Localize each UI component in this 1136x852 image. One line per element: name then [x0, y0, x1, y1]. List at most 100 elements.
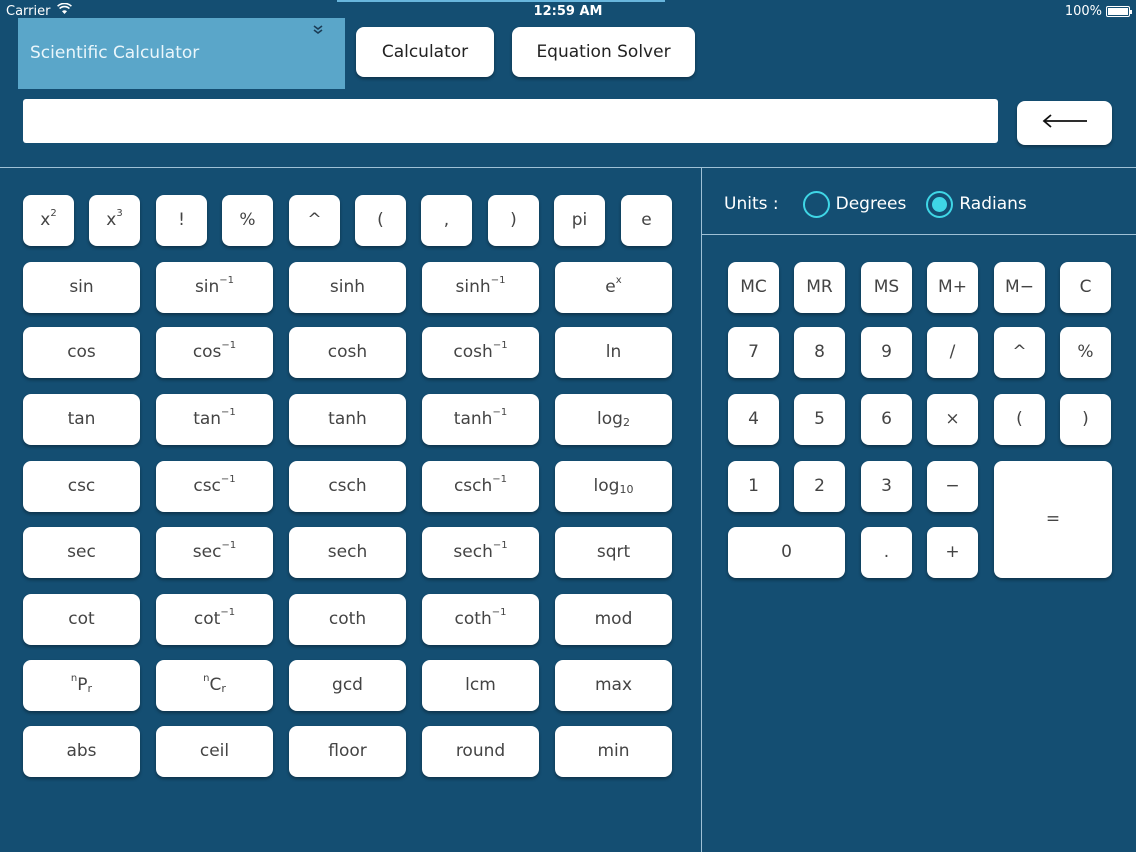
key-multiply[interactable]: ×	[927, 394, 978, 445]
key-mc[interactable]: MC	[728, 262, 779, 313]
key-ln[interactable]: ln	[555, 327, 672, 378]
key-ms[interactable]: MS	[861, 262, 912, 313]
degrees-option[interactable]: Degrees	[802, 190, 907, 218]
key-factorial[interactable]: !	[156, 195, 207, 246]
key-csch-inverse[interactable]: csch −1	[422, 461, 539, 512]
degrees-label: Degrees	[835, 194, 907, 214]
key-sinh[interactable]: sinh	[289, 262, 406, 313]
key-csc-inverse[interactable]: csc −1	[156, 461, 273, 512]
key-label: sec	[67, 542, 96, 562]
key-sinh-inverse[interactable]: sinh −1	[422, 262, 539, 313]
key-7[interactable]: 7	[728, 327, 779, 378]
key-equals[interactable]: =	[994, 461, 1112, 578]
backspace-button[interactable]	[1017, 101, 1112, 145]
equation-solver-button[interactable]: Equation Solver	[512, 27, 695, 77]
key-power[interactable]: ^	[289, 195, 340, 246]
key-coth[interactable]: coth	[289, 594, 406, 645]
key-mod[interactable]: mod	[555, 594, 672, 645]
key-open-paren[interactable]: (	[994, 394, 1045, 445]
key-label: ,	[443, 210, 450, 230]
key-coth-inverse[interactable]: coth −1	[422, 594, 539, 645]
key-open-paren[interactable]: (	[355, 195, 406, 246]
key-label: ceil	[199, 741, 230, 761]
key-label: ^	[307, 210, 322, 230]
radians-option[interactable]: Radians	[926, 190, 1027, 218]
key-sech-inverse[interactable]: sech −1	[422, 527, 539, 578]
key-cosh[interactable]: cosh	[289, 327, 406, 378]
mode-dropdown[interactable]: Scientific Calculator	[18, 18, 345, 89]
key-superscript: −1	[490, 274, 506, 286]
key-sec[interactable]: sec	[23, 527, 140, 578]
key-superscript: −1	[220, 606, 236, 618]
key-floor[interactable]: floor	[289, 726, 406, 777]
key-superscript: x	[615, 274, 622, 286]
key-2[interactable]: 2	[794, 461, 845, 512]
key-0[interactable]: 0	[728, 527, 845, 578]
key-m-minus[interactable]: M−	[994, 262, 1045, 313]
key-comma[interactable]: ,	[421, 195, 472, 246]
key-superscript: −1	[219, 274, 235, 286]
key-log10[interactable]: log 10	[555, 461, 672, 512]
key-csch[interactable]: csch	[289, 461, 406, 512]
key-lcm[interactable]: lcm	[422, 660, 539, 711]
key-tan[interactable]: tan	[23, 394, 140, 445]
key-max[interactable]: max	[555, 660, 672, 711]
key-tanh-inverse[interactable]: tanh −1	[422, 394, 539, 445]
key-exp[interactable]: ex	[555, 262, 672, 313]
expression-display[interactable]	[23, 99, 998, 143]
key-cot-inverse[interactable]: cot −1	[156, 594, 273, 645]
key-cos-inverse[interactable]: cos −1	[156, 327, 273, 378]
key-label: !	[178, 210, 185, 230]
double-chevron-down-icon	[313, 25, 323, 35]
key-5[interactable]: 5	[794, 394, 845, 445]
key-label: floor	[328, 741, 367, 761]
key-m-plus[interactable]: M+	[927, 262, 978, 313]
key-sin-inverse[interactable]: sin −1	[156, 262, 273, 313]
key-decimal[interactable]: .	[861, 527, 912, 578]
key-1[interactable]: 1	[728, 461, 779, 512]
key-sin[interactable]: sin	[23, 262, 140, 313]
key-divide[interactable]: /	[927, 327, 978, 378]
key-min[interactable]: min	[555, 726, 672, 777]
key-6[interactable]: 6	[861, 394, 912, 445]
key-tan-inverse[interactable]: tan −1	[156, 394, 273, 445]
key-tanh[interactable]: tanh	[289, 394, 406, 445]
key-3[interactable]: 3	[861, 461, 912, 512]
key-npr[interactable]: nPr	[23, 660, 140, 711]
key-ceil[interactable]: ceil	[156, 726, 273, 777]
key-8[interactable]: 8	[794, 327, 845, 378]
key-4[interactable]: 4	[728, 394, 779, 445]
key-minus[interactable]: −	[927, 461, 978, 512]
key-superscript: −1	[220, 473, 236, 485]
key-gcd[interactable]: gcd	[289, 660, 406, 711]
key-label: cos	[67, 342, 96, 362]
key-close-paren[interactable]: )	[488, 195, 539, 246]
key-sech[interactable]: sech	[289, 527, 406, 578]
key-pi[interactable]: pi	[554, 195, 605, 246]
key-close-paren[interactable]: )	[1060, 394, 1111, 445]
key-plus[interactable]: +	[927, 527, 978, 578]
key-cosh-inverse[interactable]: cosh −1	[422, 327, 539, 378]
key-cos[interactable]: cos	[23, 327, 140, 378]
degrees-radio[interactable]	[802, 190, 830, 218]
key-c[interactable]: C	[1060, 262, 1111, 313]
key-sec-inverse[interactable]: sec −1	[156, 527, 273, 578]
calculator-button[interactable]: Calculator	[356, 27, 494, 77]
key-percent[interactable]: %	[222, 195, 273, 246]
key-percent[interactable]: %	[1060, 327, 1111, 378]
radians-radio[interactable]	[926, 190, 954, 218]
key-9[interactable]: 9	[861, 327, 912, 378]
key-x-3[interactable]: x3	[89, 195, 140, 246]
key-e[interactable]: e	[621, 195, 672, 246]
key-x-2[interactable]: x2	[23, 195, 74, 246]
key-mr[interactable]: MR	[794, 262, 845, 313]
key-power[interactable]: ^	[994, 327, 1045, 378]
key-cot[interactable]: cot	[23, 594, 140, 645]
key-round[interactable]: round	[422, 726, 539, 777]
key-ncr[interactable]: nCr	[156, 660, 273, 711]
key-superscript: −1	[492, 539, 508, 551]
key-sqrt[interactable]: sqrt	[555, 527, 672, 578]
key-abs[interactable]: abs	[23, 726, 140, 777]
key-log2[interactable]: log 2	[555, 394, 672, 445]
key-csc[interactable]: csc	[23, 461, 140, 512]
